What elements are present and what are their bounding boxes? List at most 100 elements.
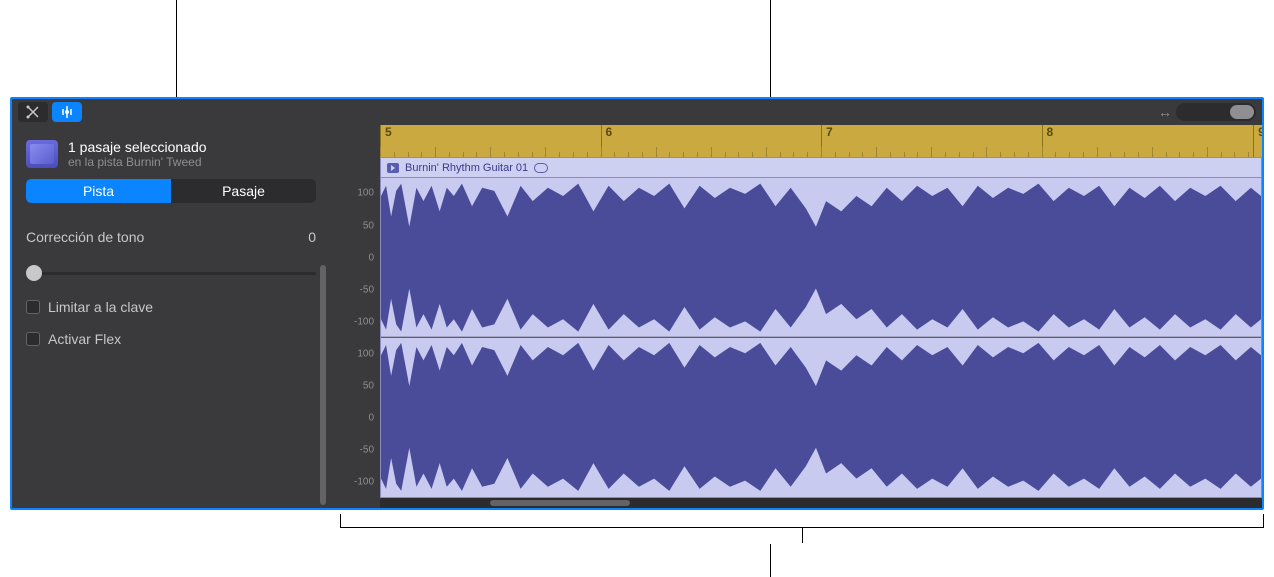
- flex-tool-button[interactable]: [52, 102, 82, 122]
- ruler-marker: 7: [821, 125, 833, 157]
- ruler-tick: [1124, 152, 1125, 157]
- ruler-tick: [931, 147, 932, 157]
- amp-label: -100: [354, 476, 374, 487]
- inspector-scrollbar[interactable]: [320, 265, 326, 505]
- ruler-tick: [545, 147, 546, 157]
- selection-title: 1 pasaje seleccionado: [68, 139, 207, 155]
- ruler-tick: [917, 152, 918, 157]
- ruler-tick: [490, 147, 491, 157]
- ruler-tick: [821, 147, 822, 157]
- ruler-tick: [656, 147, 657, 157]
- ruler-tick: [1000, 152, 1001, 157]
- ruler-marker: 8: [1042, 125, 1054, 157]
- amp-label: -50: [360, 284, 374, 295]
- ruler-tick: [380, 147, 381, 157]
- ruler-tick: [1083, 152, 1084, 157]
- ruler-tick: [683, 152, 684, 157]
- ruler-tick: [1110, 152, 1111, 157]
- ruler-tick: [587, 152, 588, 157]
- amp-label: -100: [354, 316, 374, 327]
- ruler-tick: [1207, 147, 1208, 157]
- ruler-tick: [421, 152, 422, 157]
- audio-clip-header[interactable]: Burnin' Rhythm Guitar 01: [380, 157, 1262, 177]
- ruler-tick: [780, 152, 781, 157]
- ruler-tick: [573, 152, 574, 157]
- ruler-tick: [1166, 152, 1167, 157]
- pitch-correction-value: 0: [308, 229, 316, 245]
- limit-to-key-checkbox[interactable]: [26, 300, 40, 314]
- scrollbar-thumb[interactable]: [490, 500, 630, 506]
- ruler-tick: [849, 152, 850, 157]
- ruler-tick: [1193, 152, 1194, 157]
- ruler-tick: [835, 152, 836, 157]
- ruler-tick: [945, 152, 946, 157]
- ruler-tick: [807, 152, 808, 157]
- pitch-correction-slider[interactable]: [26, 263, 316, 283]
- ruler-tick: [1042, 147, 1043, 157]
- amp-label: 100: [357, 348, 374, 359]
- ruler-tick: [793, 152, 794, 157]
- ruler-tick: [766, 147, 767, 157]
- waveform-svg: [381, 178, 1261, 497]
- track-instrument-icon: [26, 140, 58, 168]
- time-ruler[interactable]: 5 6 7 8 9: [380, 125, 1262, 157]
- tab-region[interactable]: Pasaje: [171, 179, 316, 203]
- horizontal-zoom-slider[interactable]: [1176, 103, 1256, 121]
- ruler-tick: [435, 147, 436, 157]
- ruler-tick: [669, 152, 670, 157]
- ruler-tick: [876, 147, 877, 157]
- ruler-tick: [752, 152, 753, 157]
- play-icon: [387, 163, 399, 173]
- ruler-tick: [628, 152, 629, 157]
- ruler-tick: [504, 152, 505, 157]
- ruler-marker: 6: [601, 125, 613, 157]
- callout-line-top-left: [176, 0, 177, 97]
- ruler-tick: [1097, 147, 1098, 157]
- ruler-tick: [408, 152, 409, 157]
- inspector-panel: 1 pasaje seleccionado en la pista Burnin…: [12, 125, 330, 508]
- ruler-tick: [1179, 152, 1180, 157]
- clip-name: Burnin' Rhythm Guitar 01: [405, 162, 528, 174]
- callout-line-bottom: [770, 544, 771, 577]
- waveform-display[interactable]: [380, 177, 1262, 498]
- ruler-tick: [518, 152, 519, 157]
- ruler-tick: [532, 152, 533, 157]
- zoom-direction-icon: ↔: [1158, 104, 1172, 120]
- ruler-tick: [559, 152, 560, 157]
- ruler-tick: [711, 147, 712, 157]
- loop-icon: [534, 163, 548, 173]
- ruler-tick: [1014, 152, 1015, 157]
- ruler-tick: [601, 147, 602, 157]
- ruler-tick: [1069, 152, 1070, 157]
- enable-flex-row[interactable]: Activar Flex: [26, 331, 316, 347]
- ruler-tick: [642, 152, 643, 157]
- scissors-tool-button[interactable]: [18, 102, 48, 122]
- pitch-correction-row: Corrección de tono 0: [26, 229, 316, 245]
- ruler-tick: [1055, 152, 1056, 157]
- ruler-tick: [904, 152, 905, 157]
- limit-to-key-label: Limitar a la clave: [48, 299, 153, 315]
- horizontal-scrollbar[interactable]: [380, 498, 1262, 508]
- ruler-marker: 5: [380, 125, 392, 157]
- callout-bracket-bottom: [340, 514, 1264, 528]
- limit-to-key-row[interactable]: Limitar a la clave: [26, 299, 316, 315]
- enable-flex-label: Activar Flex: [48, 331, 121, 347]
- ruler-tick: [449, 152, 450, 157]
- amp-label: -50: [360, 444, 374, 455]
- ruler-marker: 9: [1253, 125, 1264, 157]
- ruler-tick: [463, 152, 464, 157]
- ruler-tick: [1234, 152, 1235, 157]
- enable-flex-checkbox[interactable]: [26, 332, 40, 346]
- pitch-slider-knob[interactable]: [26, 265, 42, 281]
- amplitude-scale: 100 50 0 -50 -100 100 50 0 -50 -100: [330, 177, 380, 498]
- amp-label: 100: [357, 188, 374, 199]
- ruler-tick: [1248, 152, 1249, 157]
- amp-label: 0: [368, 412, 374, 423]
- ruler-tick: [959, 152, 960, 157]
- amp-label: 0: [368, 252, 374, 263]
- ruler-tick: [986, 147, 987, 157]
- zoom-slider-handle[interactable]: [1230, 105, 1254, 119]
- ruler-tick: [1138, 152, 1139, 157]
- tab-track[interactable]: Pista: [26, 179, 171, 203]
- ruler-tick: [890, 152, 891, 157]
